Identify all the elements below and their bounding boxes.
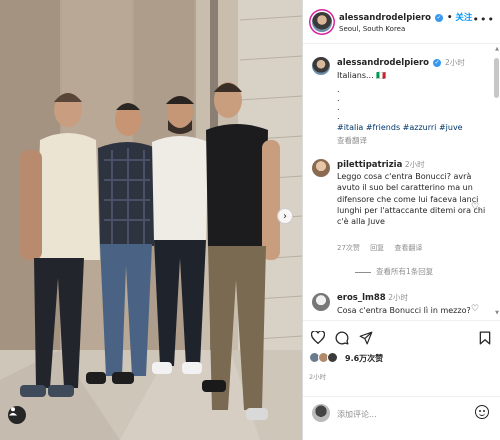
caption-text: Italians... 🇮🇹 bbox=[337, 71, 387, 80]
follow-button[interactable]: 关注 bbox=[455, 13, 472, 23]
next-photo-button[interactable]: › bbox=[277, 208, 293, 224]
post-location[interactable]: Seoul, South Korea bbox=[339, 25, 405, 33]
share-paper-plane-icon[interactable] bbox=[359, 331, 373, 345]
author-username[interactable]: alessandrodelpiero bbox=[339, 13, 431, 23]
comments-feed[interactable]: alessandrodelpiero ✓ 2小时 Italians... 🇮🇹 … bbox=[303, 45, 500, 320]
comment-bubble-icon[interactable] bbox=[335, 331, 349, 345]
chevron-right-icon: › bbox=[283, 210, 287, 222]
separator-dot: • bbox=[446, 13, 453, 23]
comment-username[interactable]: eros_lm88 bbox=[337, 293, 386, 303]
comment-translate-link[interactable]: 查看翻译 bbox=[394, 244, 422, 252]
comment-item: pilettipatrizia 2小时 Leggo cosa c'entra B… bbox=[337, 159, 487, 227]
author-line: alessandrodelpiero ✓ • 关注 bbox=[339, 11, 472, 23]
caption-dots: . . . . bbox=[337, 85, 340, 121]
post-timestamp[interactable]: 2小时 bbox=[309, 371, 326, 381]
scroll-down-arrow-icon[interactable]: ▼ bbox=[495, 310, 499, 316]
commenter-avatar[interactable] bbox=[312, 159, 330, 177]
emoji-icon[interactable] bbox=[475, 405, 489, 419]
replies-divider-line bbox=[355, 271, 371, 273]
caption-hashtags[interactable]: #italia #friends #azzurri #juve bbox=[337, 123, 463, 132]
post-actions-bar bbox=[303, 320, 500, 350]
like-comment-heart-icon[interactable]: ♡ bbox=[471, 304, 479, 314]
view-replies-label: 查看所有1条回复 bbox=[376, 267, 434, 276]
comment-item: eros_lm88 2小时 Cosa c'entra Bonucci lì in… bbox=[337, 292, 487, 316]
post-header: alessandrodelpiero ✓ • 关注 Seoul, South K… bbox=[303, 0, 500, 44]
caption-username[interactable]: alessandrodelpiero bbox=[337, 58, 429, 68]
like-heart-icon[interactable] bbox=[311, 331, 325, 344]
add-comment-input[interactable]: 添加评论... bbox=[337, 409, 377, 420]
commenter-avatar[interactable] bbox=[312, 293, 330, 311]
scroll-up-arrow-icon[interactable]: ▲ bbox=[495, 46, 499, 52]
post-photo: › bbox=[0, 0, 302, 440]
comment-text: Leggo cosa c'entra Bonucci? avrà avuto i… bbox=[337, 172, 486, 227]
verified-badge-icon: ✓ bbox=[434, 13, 443, 22]
like-comment-heart-icon[interactable]: ♡ bbox=[471, 202, 479, 212]
more-options-icon[interactable]: ••• bbox=[473, 13, 495, 26]
comment-time: 2小时 bbox=[388, 293, 409, 302]
comment-likes-count[interactable]: 27次赞 bbox=[337, 244, 360, 252]
caption-translate-link[interactable]: 查看翻译 bbox=[337, 135, 367, 146]
save-bookmark-icon[interactable] bbox=[479, 331, 491, 345]
likes-summary[interactable]: 9.6万次赞 bbox=[309, 350, 499, 366]
caption-time: 2小时 bbox=[444, 58, 465, 67]
author-avatar[interactable] bbox=[312, 12, 332, 32]
current-user-avatar bbox=[312, 404, 330, 422]
liker-avatar bbox=[327, 352, 338, 363]
group-photo-illustration bbox=[0, 0, 302, 440]
comment-text: Cosa c'entra Bonucci lì in mezzo? bbox=[337, 305, 471, 315]
tagged-users-button[interactable] bbox=[8, 406, 26, 424]
view-replies-link[interactable]: 查看所有1条回复 bbox=[355, 266, 433, 277]
caption-author-avatar[interactable] bbox=[312, 57, 330, 75]
verified-badge-icon: ✓ bbox=[432, 58, 441, 67]
comments-scrollbar[interactable] bbox=[494, 58, 499, 98]
comment-meta: 27次赞 回复 查看翻译 bbox=[337, 243, 430, 253]
caption-author-line: alessandrodelpiero ✓ 2小时 bbox=[337, 57, 465, 68]
add-comment-bar: 添加评论... bbox=[303, 396, 500, 440]
likes-count[interactable]: 9.6万次赞 bbox=[345, 353, 383, 364]
post-side-panel: alessandrodelpiero ✓ • 关注 Seoul, South K… bbox=[302, 0, 500, 440]
user-tag-icon bbox=[9, 407, 17, 416]
comment-username[interactable]: pilettipatrizia bbox=[337, 160, 402, 170]
comment-time: 2小时 bbox=[404, 160, 425, 169]
comment-reply-button[interactable]: 回复 bbox=[370, 244, 384, 252]
